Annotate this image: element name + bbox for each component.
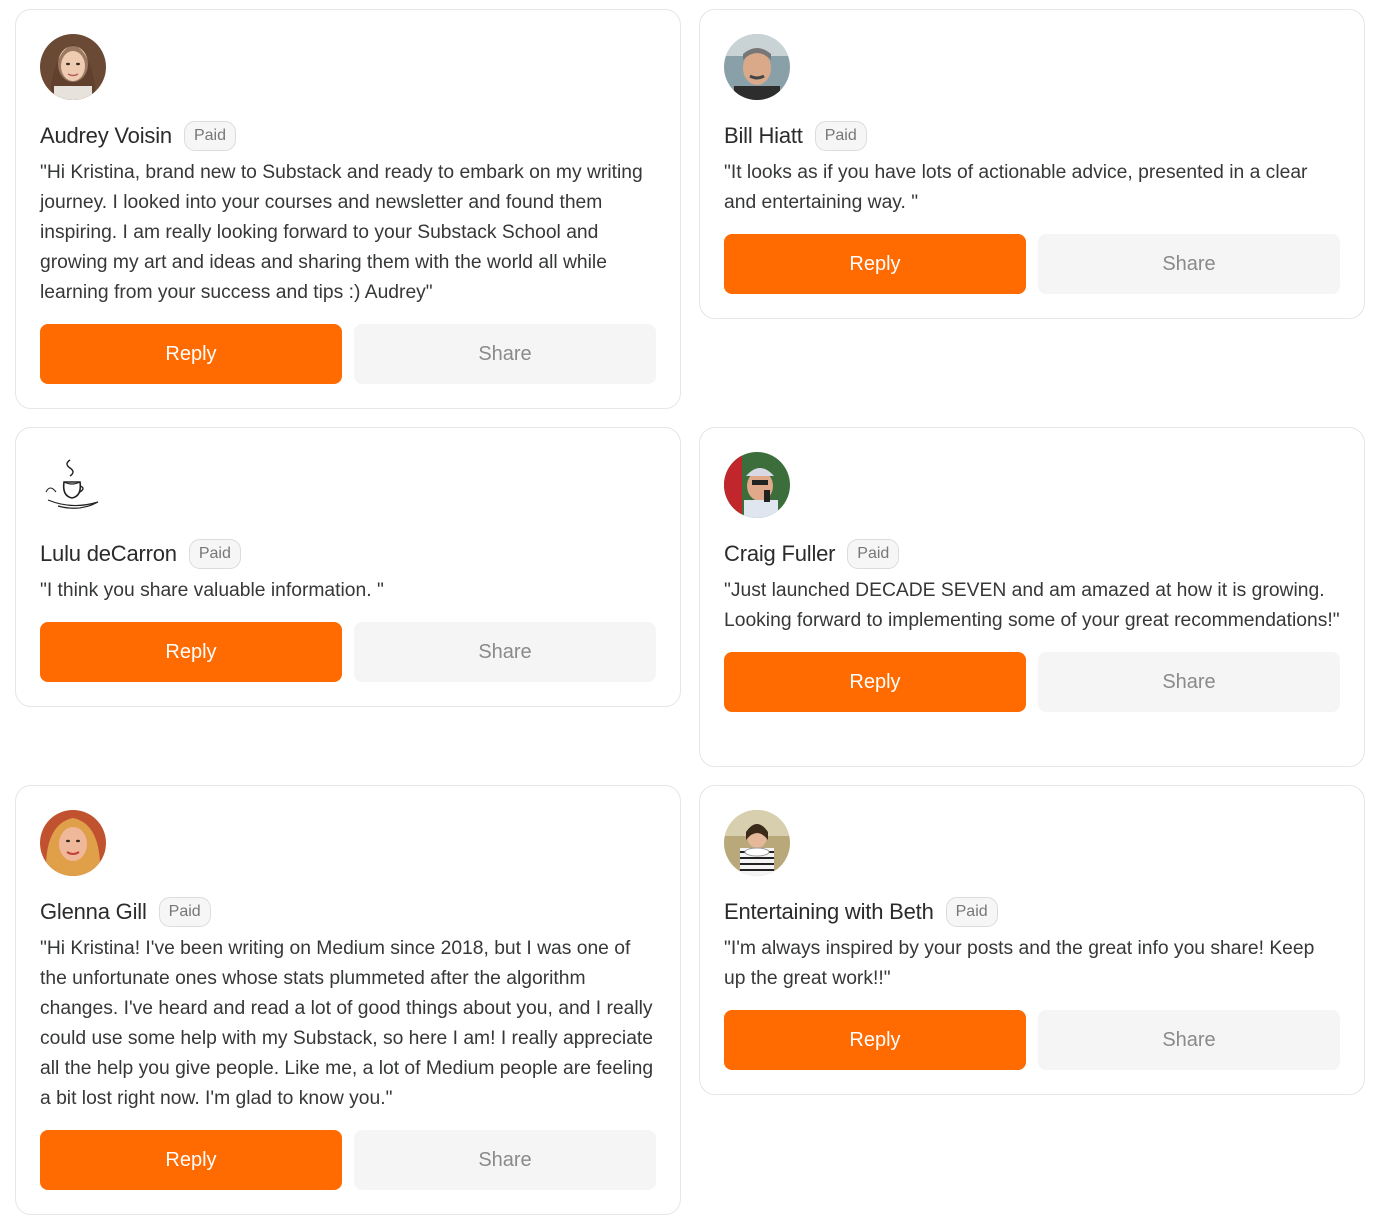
paid-badge: Paid <box>847 539 900 569</box>
testimonial-text: "It looks as if you have lots of actiona… <box>724 162 1308 213</box>
avatar[interactable] <box>724 452 790 518</box>
commenter-name[interactable]: Glenna Gill <box>40 899 147 925</box>
commenter-name[interactable]: Entertaining with Beth <box>724 899 934 925</box>
testimonial-text: "Just launched DECADE SEVEN and am amaze… <box>724 580 1340 631</box>
share-button[interactable]: Share <box>354 1130 656 1190</box>
share-button[interactable]: Share <box>354 324 656 384</box>
share-button[interactable]: Share <box>1038 1010 1340 1070</box>
testimonial-card: Craig Fuller Paid "Just launched DECADE … <box>699 427 1365 767</box>
reply-button[interactable]: Reply <box>40 324 342 384</box>
avatar[interactable] <box>724 810 790 876</box>
testimonial-card: Bill Hiatt Paid "It looks as if you have… <box>699 9 1365 319</box>
testimonial-card: Lulu deCarron Paid "I think you share va… <box>15 427 681 707</box>
reply-button[interactable]: Reply <box>724 652 1026 712</box>
testimonial-card: Entertaining with Beth Paid "I'm always … <box>699 785 1365 1095</box>
commenter-name[interactable]: Craig Fuller <box>724 541 835 567</box>
testimonial-card: Glenna Gill Paid "Hi Kristina! I've been… <box>15 785 681 1215</box>
reply-button[interactable]: Reply <box>724 234 1026 294</box>
paid-badge: Paid <box>188 539 241 569</box>
testimonial-text: "Hi Kristina! I've been writing on Mediu… <box>40 938 654 1109</box>
testimonial-card: Audrey Voisin Paid "Hi Kristina, brand n… <box>15 9 681 409</box>
testimonial-text: "I think you share valuable information.… <box>40 580 384 601</box>
commenter-name[interactable]: Audrey Voisin <box>40 123 172 149</box>
share-button[interactable]: Share <box>1038 652 1340 712</box>
avatar[interactable] <box>40 34 106 100</box>
paid-badge: Paid <box>158 897 211 927</box>
paid-badge: Paid <box>945 897 998 927</box>
coffee-cup-sketch-icon[interactable] <box>40 452 106 518</box>
commenter-name[interactable]: Bill Hiatt <box>724 123 803 149</box>
paid-badge: Paid <box>814 121 867 151</box>
share-button[interactable]: Share <box>354 622 656 682</box>
paid-badge: Paid <box>183 121 236 151</box>
reply-button[interactable]: Reply <box>40 622 342 682</box>
reply-button[interactable]: Reply <box>724 1010 1026 1070</box>
testimonial-text: "Hi Kristina, brand new to Substack and … <box>40 162 643 303</box>
testimonial-text: "I'm always inspired by your posts and t… <box>724 938 1315 989</box>
commenter-name[interactable]: Lulu deCarron <box>40 541 177 567</box>
avatar[interactable] <box>724 34 790 100</box>
share-button[interactable]: Share <box>1038 234 1340 294</box>
avatar[interactable] <box>40 810 106 876</box>
reply-button[interactable]: Reply <box>40 1130 342 1190</box>
